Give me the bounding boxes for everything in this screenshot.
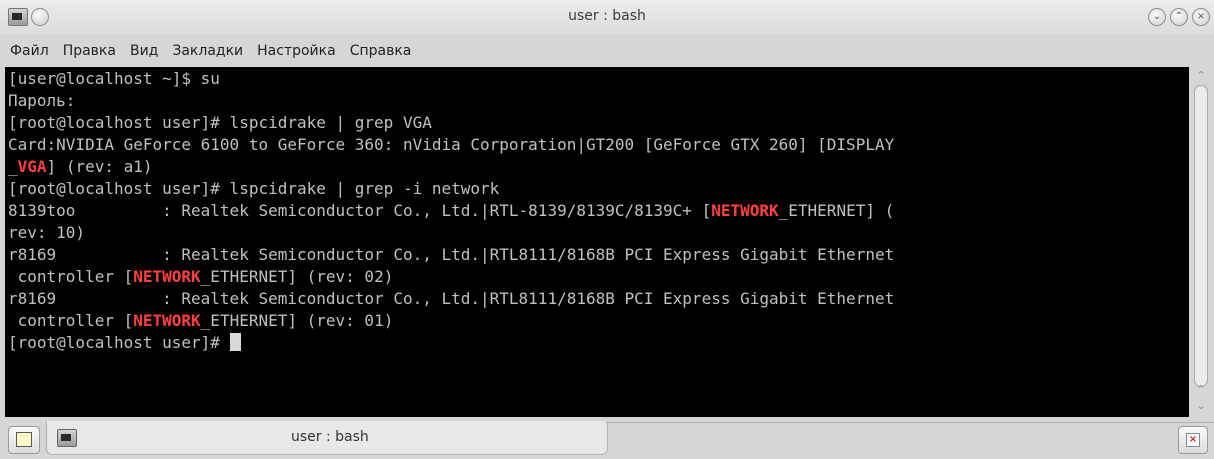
new-tab-icon[interactable] <box>8 426 40 454</box>
terminal-text: [user@localhost ~]$ su Пароль: [root@local… <box>8 68 894 354</box>
terminal-text-segment: Card:NVIDIA GeForce 6100 to GeForce 360:… <box>8 135 895 154</box>
terminal-line: controller [NETWORK_ETHERNET] (rev: 01) <box>8 310 894 332</box>
tab-user-bash[interactable]: user : bash <box>46 421 608 455</box>
terminal-text-segment: [root@localhost user]# <box>8 333 230 352</box>
close-tab-icon[interactable]: × <box>1178 426 1208 454</box>
terminal-text-segment: controller [ <box>8 267 134 286</box>
menu-file[interactable]: Файл <box>10 43 49 59</box>
menu-edit[interactable]: Правка <box>63 43 116 59</box>
terminal-text-segment: ] (rev: a1) <box>46 157 153 176</box>
terminal-line: rev: 10) <box>8 222 894 244</box>
scroll-thumb[interactable] <box>1194 85 1208 387</box>
terminal-text-segment: [user@localhost ~]$ su <box>8 69 220 88</box>
terminal-line: [root@localhost user]# lspcidrake | grep… <box>8 178 894 200</box>
highlighted-match: NETWORK <box>133 267 201 286</box>
menu-settings[interactable]: Настройка <box>257 43 336 59</box>
text-cursor <box>229 333 241 351</box>
terminal-line: r8169 : Realtek Semiconductor Co., Ltd.|… <box>8 288 894 310</box>
terminal-text-segment: _ETHERNET] (rev: 01) <box>200 311 394 330</box>
close-icon[interactable]: × <box>1192 8 1210 26</box>
highlighted-match: VGA <box>17 157 47 176</box>
chevron-up-icon[interactable]: ⌃ <box>1170 8 1188 26</box>
terminal-output[interactable]: [user@localhost ~]$ su Пароль: [root@local… <box>5 67 1189 417</box>
terminal-text-segment: _ETHERNET] (rev: 02) <box>200 267 394 286</box>
title-bar[interactable]: user : bash ⌄ ⌃ × <box>0 0 1214 34</box>
terminal-text-segment: rev: 10) <box>8 223 86 242</box>
terminal-line: Пароль: <box>8 90 894 112</box>
terminal-line: [root@localhost user]# <box>8 332 894 354</box>
tab-bar: user : bash × <box>0 420 1214 459</box>
chevron-down-icon[interactable]: ⌄ <box>1148 8 1166 26</box>
scrollbar[interactable]: ⌃ ⌃ ⌄ <box>1192 67 1210 417</box>
terminal-text-segment: _ <box>8 157 18 176</box>
highlighted-match: NETWORK <box>711 201 779 220</box>
tab-label: user : bash <box>291 429 369 445</box>
terminal-line: r8169 : Realtek Semiconductor Co., Ltd.|… <box>8 244 894 266</box>
terminal-line: [user@localhost ~]$ su <box>8 68 894 90</box>
scroll-down-icon[interactable]: ⌄ <box>1194 399 1208 413</box>
window-title: user : bash <box>568 8 646 24</box>
scroll-up-icon[interactable]: ⌃ <box>1194 69 1208 83</box>
menu-help[interactable]: Справка <box>350 43 412 59</box>
menu-view[interactable]: Вид <box>130 43 158 59</box>
highlighted-match: NETWORK <box>133 311 201 330</box>
terminal-text-segment: controller [ <box>8 311 134 330</box>
terminal-icon <box>57 429 77 447</box>
terminal-text-segment: 8139too : Realtek Semiconductor Co., Ltd… <box>8 201 712 220</box>
menu-bookmarks[interactable]: Закладки <box>172 43 243 59</box>
terminal-text-segment: [root@localhost user]# lspcidrake | grep… <box>8 179 500 198</box>
menu-bar: Файл Правка Вид Закладки Настройка Справ… <box>0 37 1214 65</box>
terminal-text-segment: Пароль: <box>8 91 76 110</box>
terminal-text-segment: r8169 : Realtek Semiconductor Co., Ltd.|… <box>8 245 895 264</box>
terminal-text-segment: [root@localhost user]# lspcidrake | grep… <box>8 113 432 132</box>
scroll-up-icon[interactable]: ⌃ <box>1194 383 1208 397</box>
terminal-line: _VGA] (rev: a1) <box>8 156 894 178</box>
terminal-text-segment: r8169 : Realtek Semiconductor Co., Ltd.|… <box>8 289 895 308</box>
terminal-line: 8139too : Realtek Semiconductor Co., Ltd… <box>8 200 894 222</box>
terminal-line: Card:NVIDIA GeForce 6100 to GeForce 360:… <box>8 134 894 156</box>
divider <box>606 422 1214 423</box>
terminal-text-segment: _ETHERNET] ( <box>778 201 895 220</box>
terminal-line: [root@localhost user]# lspcidrake | grep… <box>8 112 894 134</box>
terminal-line: controller [NETWORK_ETHERNET] (rev: 02) <box>8 266 894 288</box>
